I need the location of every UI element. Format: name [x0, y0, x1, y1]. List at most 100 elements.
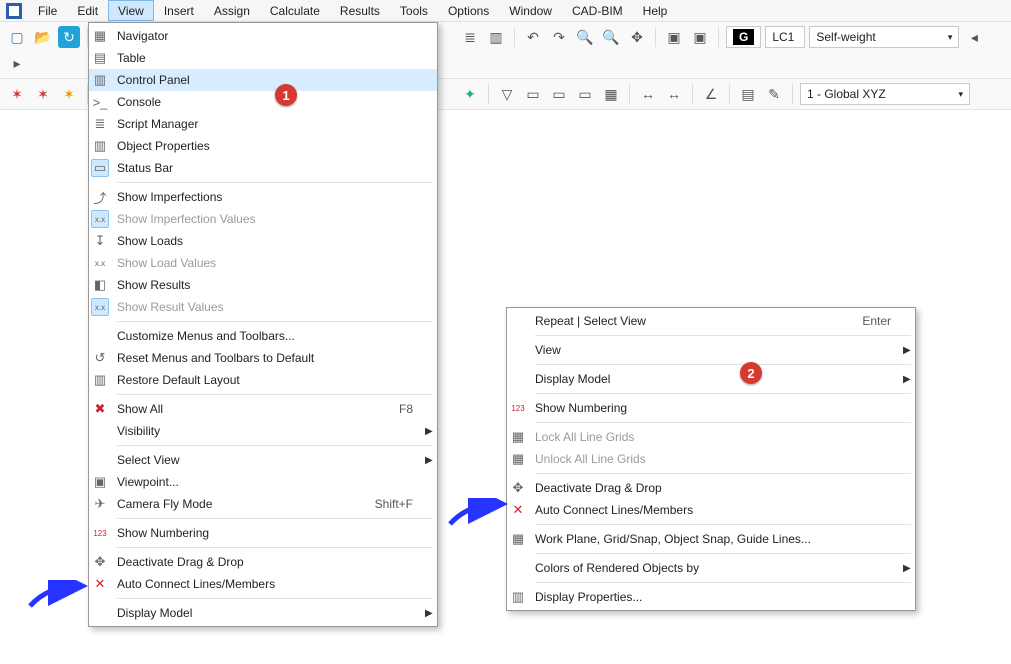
- view-menu-script-manager[interactable]: ≣Script Manager: [89, 113, 437, 135]
- zoom-icon[interactable]: 🔍: [574, 26, 596, 48]
- view-dropdown-menu: ▦Navigator▤Table▥Control Panel>_Console≣…: [88, 22, 438, 627]
- menu-item-label: Reset Menus and Toolbars to Default: [117, 351, 383, 365]
- view-menu-separator: [117, 394, 433, 395]
- dim2-icon[interactable]: ↔: [663, 83, 685, 105]
- layer-icon[interactable]: ▤: [737, 83, 759, 105]
- view-menu-viewpoint[interactable]: ▣Viewpoint...: [89, 471, 437, 493]
- grid-icon[interactable]: ▦: [600, 83, 622, 105]
- view-menu-reset-menus-and-toolbars-to-default[interactable]: ↺Reset Menus and Toolbars to Default: [89, 347, 437, 369]
- zoom-window-icon[interactable]: 🔍: [600, 26, 622, 48]
- menu-help[interactable]: Help: [633, 0, 678, 21]
- menu-item-label: View: [535, 343, 861, 357]
- menu-assign[interactable]: Assign: [204, 0, 260, 21]
- view-menu-display-model[interactable]: Display Model▶: [89, 602, 437, 624]
- menu-item-label: Show All: [117, 402, 369, 416]
- view-menu-separator: [117, 547, 433, 548]
- pan-icon[interactable]: ✥: [626, 26, 648, 48]
- view-menu-select-view[interactable]: Select View▶: [89, 449, 437, 471]
- coord-system-label: 1 - Global XYZ: [807, 87, 886, 101]
- unlock-all-line-grids-icon: ▦: [509, 450, 527, 468]
- box3-icon[interactable]: ▭: [574, 83, 596, 105]
- menu-calculate[interactable]: Calculate: [260, 0, 330, 21]
- ctx-menu-repeat-select-view[interactable]: Repeat | Select ViewEnter: [507, 310, 915, 332]
- chevron-down-icon: ▾: [948, 32, 953, 43]
- ctx-menu-display-properties[interactable]: ▥Display Properties...: [507, 586, 915, 608]
- deactivate-drag-drop-icon: ✥: [509, 479, 527, 497]
- load-case-dropdown[interactable]: Self-weight ▾: [809, 26, 959, 48]
- dim1-icon[interactable]: ↔: [637, 83, 659, 105]
- submenu-arrow-icon: ▶: [413, 426, 431, 437]
- object-properties-icon: ▥: [91, 137, 109, 155]
- lc-code-label: LC1: [772, 30, 794, 44]
- filter1-icon[interactable]: ✶: [6, 83, 28, 105]
- open-file-icon[interactable]: 📂: [32, 26, 54, 48]
- filter3-icon[interactable]: ✶: [58, 83, 80, 105]
- view-menu-deactivate-drag-drop[interactable]: ✥Deactivate Drag & Drop: [89, 551, 437, 573]
- menu-window[interactable]: Window: [499, 0, 562, 21]
- undo-icon[interactable]: ↶: [522, 26, 544, 48]
- view-menu-control-panel[interactable]: ▥Control Panel: [89, 69, 437, 91]
- status-bar-icon: ▭: [91, 159, 109, 177]
- prev-lc-icon[interactable]: ◂: [963, 26, 985, 48]
- arrow-icon[interactable]: ▽: [496, 83, 518, 105]
- angle-icon[interactable]: ∠: [700, 83, 722, 105]
- menu-file[interactable]: File: [28, 0, 67, 21]
- menu-item-label: Select View: [117, 453, 383, 467]
- view-menu-camera-fly-mode[interactable]: ✈Camera Fly ModeShift+F: [89, 493, 437, 515]
- menu-item-label: Auto Connect Lines/Members: [535, 503, 861, 517]
- menu-results[interactable]: Results: [330, 0, 390, 21]
- app-icon: [6, 3, 22, 19]
- coord-system-dropdown[interactable]: 1 - Global XYZ ▾: [800, 83, 970, 105]
- ctx-menu-auto-connect-lines-members[interactable]: ✕Auto Connect Lines/Members: [507, 499, 915, 521]
- menu-tools[interactable]: Tools: [390, 0, 438, 21]
- view-menu-auto-connect-lines-members[interactable]: ✕Auto Connect Lines/Members: [89, 573, 437, 595]
- load-case-label: Self-weight: [816, 30, 875, 44]
- script-icon[interactable]: ≣: [459, 26, 481, 48]
- colors-of-rendered-objects-by-icon: [509, 559, 527, 577]
- view-menu-console[interactable]: >_Console: [89, 91, 437, 113]
- view-menu-show-numbering[interactable]: 123Show Numbering: [89, 522, 437, 544]
- properties-icon[interactable]: ▥: [485, 26, 507, 48]
- refresh-icon[interactable]: ↻: [58, 26, 80, 48]
- view-menu-restore-default-layout[interactable]: ▥Restore Default Layout: [89, 369, 437, 391]
- view-menu-customize-menus-and-toolbars[interactable]: Customize Menus and Toolbars...: [89, 325, 437, 347]
- menu-item-label: Repeat | Select View: [535, 314, 832, 328]
- ctx-menu-separator: [535, 582, 911, 583]
- menu-options[interactable]: Options: [438, 0, 499, 21]
- menu-view[interactable]: View: [108, 0, 154, 21]
- view-menu-navigator[interactable]: ▦Navigator: [89, 25, 437, 47]
- redo-icon[interactable]: ↷: [548, 26, 570, 48]
- pen-icon[interactable]: ✎: [763, 83, 785, 105]
- menu-insert[interactable]: Insert: [154, 0, 204, 21]
- display-model-icon: [91, 604, 109, 622]
- view-menu-show-loads[interactable]: ↧Show Loads: [89, 230, 437, 252]
- ctx-menu-colors-of-rendered-objects-by[interactable]: Colors of Rendered Objects by▶: [507, 557, 915, 579]
- ctx-menu-show-numbering[interactable]: 123Show Numbering: [507, 397, 915, 419]
- view2-icon[interactable]: ▣: [689, 26, 711, 48]
- ctx-menu-deactivate-drag-drop[interactable]: ✥Deactivate Drag & Drop: [507, 477, 915, 499]
- box2-icon[interactable]: ▭: [548, 83, 570, 105]
- view-menu-table[interactable]: ▤Table: [89, 47, 437, 69]
- view-menu-separator: [117, 182, 433, 183]
- view-menu-status-bar[interactable]: ▭Status Bar: [89, 157, 437, 179]
- menu-cad-bim[interactable]: CAD-BIM: [562, 0, 633, 21]
- box1-icon[interactable]: ▭: [522, 83, 544, 105]
- view-menu-visibility[interactable]: Visibility▶: [89, 420, 437, 442]
- ctx-menu-work-plane-grid-snap-object-snap-guide-lines[interactable]: ▦Work Plane, Grid/Snap, Object Snap, Gui…: [507, 528, 915, 550]
- menu-edit[interactable]: Edit: [67, 0, 108, 21]
- view-menu-show-imperfections[interactable]: ⤴Show Imperfections: [89, 186, 437, 208]
- new-file-icon[interactable]: ▢: [6, 26, 28, 48]
- menu-item-label: Unlock All Line Grids: [535, 452, 861, 466]
- view1-icon[interactable]: ▣: [663, 26, 685, 48]
- ctx-menu-display-model[interactable]: Display Model▶: [507, 368, 915, 390]
- view-menu-show-all[interactable]: ✖Show AllF8: [89, 398, 437, 420]
- lc-code-field[interactable]: LC1: [765, 26, 805, 48]
- filter2-icon[interactable]: ✶: [32, 83, 54, 105]
- ctx-menu-view[interactable]: View▶: [507, 339, 915, 361]
- tool-a-icon[interactable]: ✦: [459, 83, 481, 105]
- view-menu-show-results[interactable]: ◧Show Results: [89, 274, 437, 296]
- view-menu-object-properties[interactable]: ▥Object Properties: [89, 135, 437, 157]
- menu-item-label: Show Loads: [117, 234, 383, 248]
- view-menu-separator: [117, 445, 433, 446]
- next-lc-icon[interactable]: ▸: [6, 52, 28, 74]
